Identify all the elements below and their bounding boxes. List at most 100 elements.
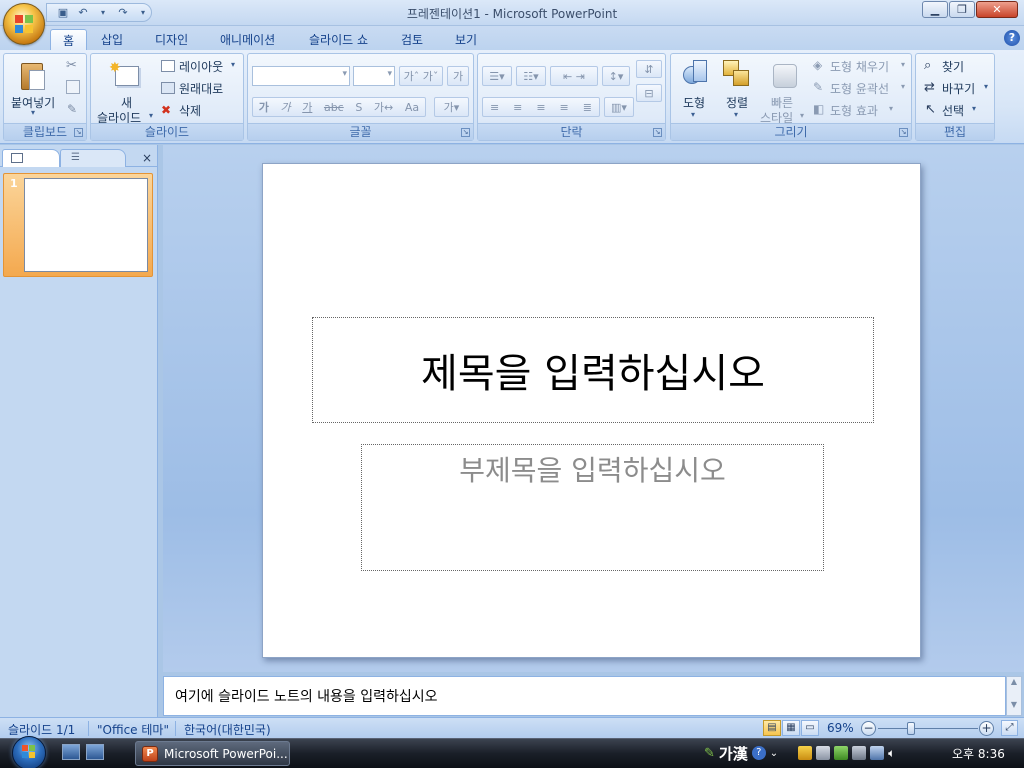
underline-icon[interactable]: 가 xyxy=(302,99,312,115)
font-color-button[interactable]: 가▾ xyxy=(434,97,469,117)
format-painter-icon[interactable]: ✎ xyxy=(67,102,81,116)
align-right-icon[interactable]: ≡ xyxy=(536,101,545,114)
align-center-icon[interactable]: ≡ xyxy=(513,101,522,114)
tab-review[interactable]: 검토 xyxy=(389,29,435,50)
shape-effects-button[interactable]: 도형 효과 xyxy=(830,102,878,119)
shape-outline-icon[interactable]: ✎ xyxy=(813,80,827,94)
reset-icon[interactable] xyxy=(161,82,175,94)
system-clock[interactable]: 오후 8:36 xyxy=(952,745,1005,762)
help-button[interactable]: ? xyxy=(1004,30,1020,46)
slideshow-view-button[interactable]: ▭ xyxy=(801,720,819,736)
find-button[interactable]: 찾기 xyxy=(942,58,964,75)
numbering-button[interactable]: ☷▾ xyxy=(516,66,546,86)
status-language[interactable]: 한국어(대한민국) xyxy=(184,721,271,738)
chevron-down-icon[interactable]: ▾ xyxy=(231,60,235,69)
shape-outline-button[interactable]: 도형 윤곽선 xyxy=(830,80,889,97)
tab-slides-thumbnails[interactable] xyxy=(2,149,60,167)
chevron-down-icon[interactable]: ▾ xyxy=(984,82,988,91)
redo-button[interactable]: ↷ xyxy=(115,5,131,21)
help-icon[interactable]: ? xyxy=(751,746,766,760)
close-pane-button[interactable]: × xyxy=(140,151,154,165)
undo-dropdown[interactable]: ▾ xyxy=(95,5,111,21)
shape-fill-button[interactable]: 도형 채우기 xyxy=(830,58,889,75)
chevron-down-icon[interactable]: ▾ xyxy=(691,110,695,119)
zoom-level[interactable]: 69% xyxy=(827,721,854,735)
paragraph-launcher-icon[interactable]: ↘ xyxy=(653,128,662,137)
font-style-buttons[interactable]: 가 가 가 abc S 가↔ Aa xyxy=(252,97,426,117)
network-icon[interactable] xyxy=(870,746,885,760)
chevron-down-icon[interactable]: ▾ xyxy=(31,108,35,117)
bold-icon[interactable]: 가 xyxy=(259,99,269,115)
distributed-icon[interactable]: ≣ xyxy=(583,101,592,114)
font-name-combo[interactable] xyxy=(252,66,350,86)
columns-button[interactable]: ▥▾ xyxy=(604,97,634,117)
taskbar-item-powerpoint[interactable]: P Microsoft PowerPoi... xyxy=(135,741,290,766)
normal-view-button[interactable]: ▤ xyxy=(763,720,781,736)
select-button[interactable]: 선택 xyxy=(942,102,964,119)
tab-animations[interactable]: 애니메이션 xyxy=(208,29,287,50)
cut-icon[interactable]: ✂ xyxy=(66,58,82,74)
device-icon[interactable] xyxy=(852,746,867,760)
customize-qat-button[interactable]: ▾ xyxy=(135,5,151,21)
change-case-icon[interactable]: Aa xyxy=(405,101,419,114)
scroll-up-icon[interactable]: ▲ xyxy=(1007,677,1021,686)
minimize-button[interactable]: ▁ xyxy=(922,1,948,18)
zoom-slider-thumb[interactable] xyxy=(907,722,915,735)
chevron-down-icon[interactable]: ▾ xyxy=(901,82,905,91)
strikethrough-icon[interactable]: abc xyxy=(324,101,344,114)
zoom-slider-track[interactable] xyxy=(878,728,978,729)
slide-sorter-view-button[interactable]: ▦ xyxy=(782,720,800,736)
fit-to-window-button[interactable]: ⤢ xyxy=(1001,720,1018,736)
zoom-in-button[interactable]: + xyxy=(979,721,994,736)
font-launcher-icon[interactable]: ↘ xyxy=(461,128,470,137)
replace-button[interactable]: 바꾸기 xyxy=(942,80,975,97)
chevron-down-icon[interactable]: ▾ xyxy=(149,111,153,120)
line-spacing-button[interactable]: ↕▾ xyxy=(602,66,630,86)
show-desktop-icon[interactable] xyxy=(62,744,80,760)
notes-pane[interactable]: 여기에 슬라이드 노트의 내용을 입력하십시오 xyxy=(163,676,1006,716)
security-shield-icon[interactable] xyxy=(798,746,813,760)
alignment-buttons[interactable]: ≡ ≡ ≡ ≡ ≣ xyxy=(482,97,600,117)
indent-buttons[interactable]: ⇤ ⇥ xyxy=(550,66,598,86)
align-left-icon[interactable]: ≡ xyxy=(490,101,499,114)
notes-scrollbar[interactable]: ▲ ▼ xyxy=(1006,676,1022,716)
language-options-icon[interactable]: ⌄ xyxy=(770,748,778,759)
justify-icon[interactable]: ≡ xyxy=(560,101,569,114)
clipboard-launcher-icon[interactable]: ↘ xyxy=(74,128,83,137)
tab-home[interactable]: 홈 xyxy=(50,29,88,50)
language-bar-icon[interactable]: ✎ xyxy=(704,746,715,761)
tab-outline[interactable]: ☰ xyxy=(60,149,126,167)
quick-styles-icon[interactable] xyxy=(771,60,799,90)
drawing-launcher-icon[interactable]: ↘ xyxy=(899,128,908,137)
shapes-icon[interactable] xyxy=(681,60,709,88)
tab-view[interactable]: 보기 xyxy=(443,29,489,50)
shadow-icon[interactable]: S xyxy=(355,101,362,114)
chevron-down-icon[interactable]: ▾ xyxy=(889,104,893,113)
replace-icon[interactable]: ⇄ xyxy=(924,80,940,96)
ime-indicator[interactable]: 가漢 xyxy=(719,743,748,764)
cursor-icon[interactable]: ↖ xyxy=(925,102,939,118)
copy-icon[interactable] xyxy=(66,80,80,94)
switch-windows-icon[interactable] xyxy=(86,744,104,760)
update-icon[interactable] xyxy=(834,746,849,760)
align-text-button[interactable]: ⊟ xyxy=(636,84,662,102)
clear-format-button[interactable]: 가 xyxy=(447,66,469,86)
layout-button[interactable]: 레이아웃 xyxy=(179,58,223,75)
italic-icon[interactable]: 가 xyxy=(281,99,291,115)
arrange-button[interactable]: 정렬 xyxy=(726,94,748,111)
start-button[interactable] xyxy=(8,736,50,768)
shapes-button[interactable]: 도형 xyxy=(683,94,705,111)
bullets-button[interactable]: ☰▾ xyxy=(482,66,512,86)
undo-button[interactable]: ↶ xyxy=(75,5,91,21)
title-placeholder[interactable]: 제목을 입력하십시오 xyxy=(312,317,874,423)
zoom-out-button[interactable]: − xyxy=(861,721,876,736)
delete-slide-icon[interactable]: ✖ xyxy=(161,104,175,116)
shape-fill-icon[interactable]: ◈ xyxy=(813,58,827,72)
scroll-down-icon[interactable]: ▼ xyxy=(1007,700,1021,709)
close-button[interactable]: ✕ xyxy=(976,1,1018,18)
find-icon[interactable]: ⌕ xyxy=(924,58,940,74)
font-grow-shrink-buttons[interactable]: 가ˆ 가ˇ xyxy=(399,66,443,86)
network-warning-icon[interactable] xyxy=(816,746,831,760)
volume-icon[interactable]: 🔈︎ xyxy=(888,746,895,761)
chevron-down-icon[interactable]: ▾ xyxy=(734,110,738,119)
